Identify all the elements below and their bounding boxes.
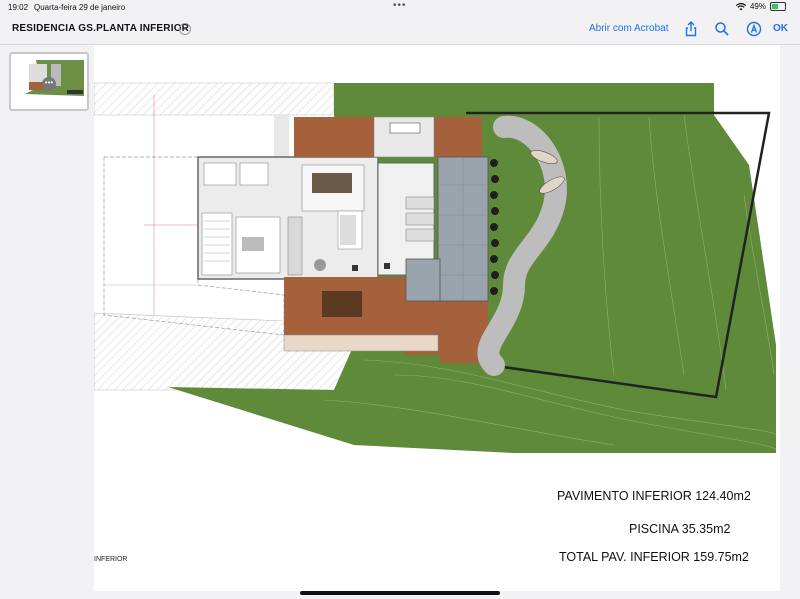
- more-icon[interactable]: •••: [42, 77, 56, 91]
- chevron-down-icon[interactable]: ⌄: [179, 23, 191, 35]
- markup-icon[interactable]: [745, 20, 763, 38]
- status-right: 49%: [735, 2, 786, 11]
- house-footprint: [197, 156, 435, 280]
- status-time: 19:02: [8, 3, 29, 12]
- wifi-icon: [735, 2, 746, 10]
- area-total-pav-inferior: TOTAL PAV. INFERIOR 159.75m2: [559, 550, 749, 564]
- hedge-plants: [490, 159, 499, 295]
- status-bar: 19:02 Quarta-feira 29 de janeiro ••• 49%: [0, 0, 800, 14]
- area-pavimento-inferior: PAVIMENTO INFERIOR 124.40m2: [557, 489, 751, 503]
- dimension-lines: [144, 95, 198, 315]
- status-date: Quarta-feira 29 de janeiro: [34, 3, 126, 12]
- page-thumbnail-sidebar: •••: [0, 45, 94, 593]
- document-title[interactable]: RESIDENCIA GS.PLANTA INFERIOR: [12, 23, 189, 34]
- ok-button[interactable]: OK: [773, 23, 788, 34]
- document-toolbar: RESIDENCIA GS.PLANTA INFERIOR ⌄ Abrir co…: [0, 14, 800, 45]
- floor-plan-drawing: [94, 82, 777, 453]
- open-with-acrobat-button[interactable]: Abrir com Acrobat: [589, 23, 668, 34]
- home-indicator[interactable]: [300, 591, 500, 595]
- multitask-dots-icon[interactable]: •••: [393, 0, 407, 11]
- share-icon[interactable]: [682, 20, 700, 38]
- area-piscina: PISCINA 35.35m2: [629, 522, 731, 536]
- battery-percent: 49%: [749, 2, 766, 11]
- search-icon[interactable]: [713, 20, 731, 38]
- battery-icon: [770, 2, 786, 11]
- page-thumbnail[interactable]: •••: [9, 52, 89, 111]
- drawing-footer-label: INFERIOR: [94, 556, 128, 563]
